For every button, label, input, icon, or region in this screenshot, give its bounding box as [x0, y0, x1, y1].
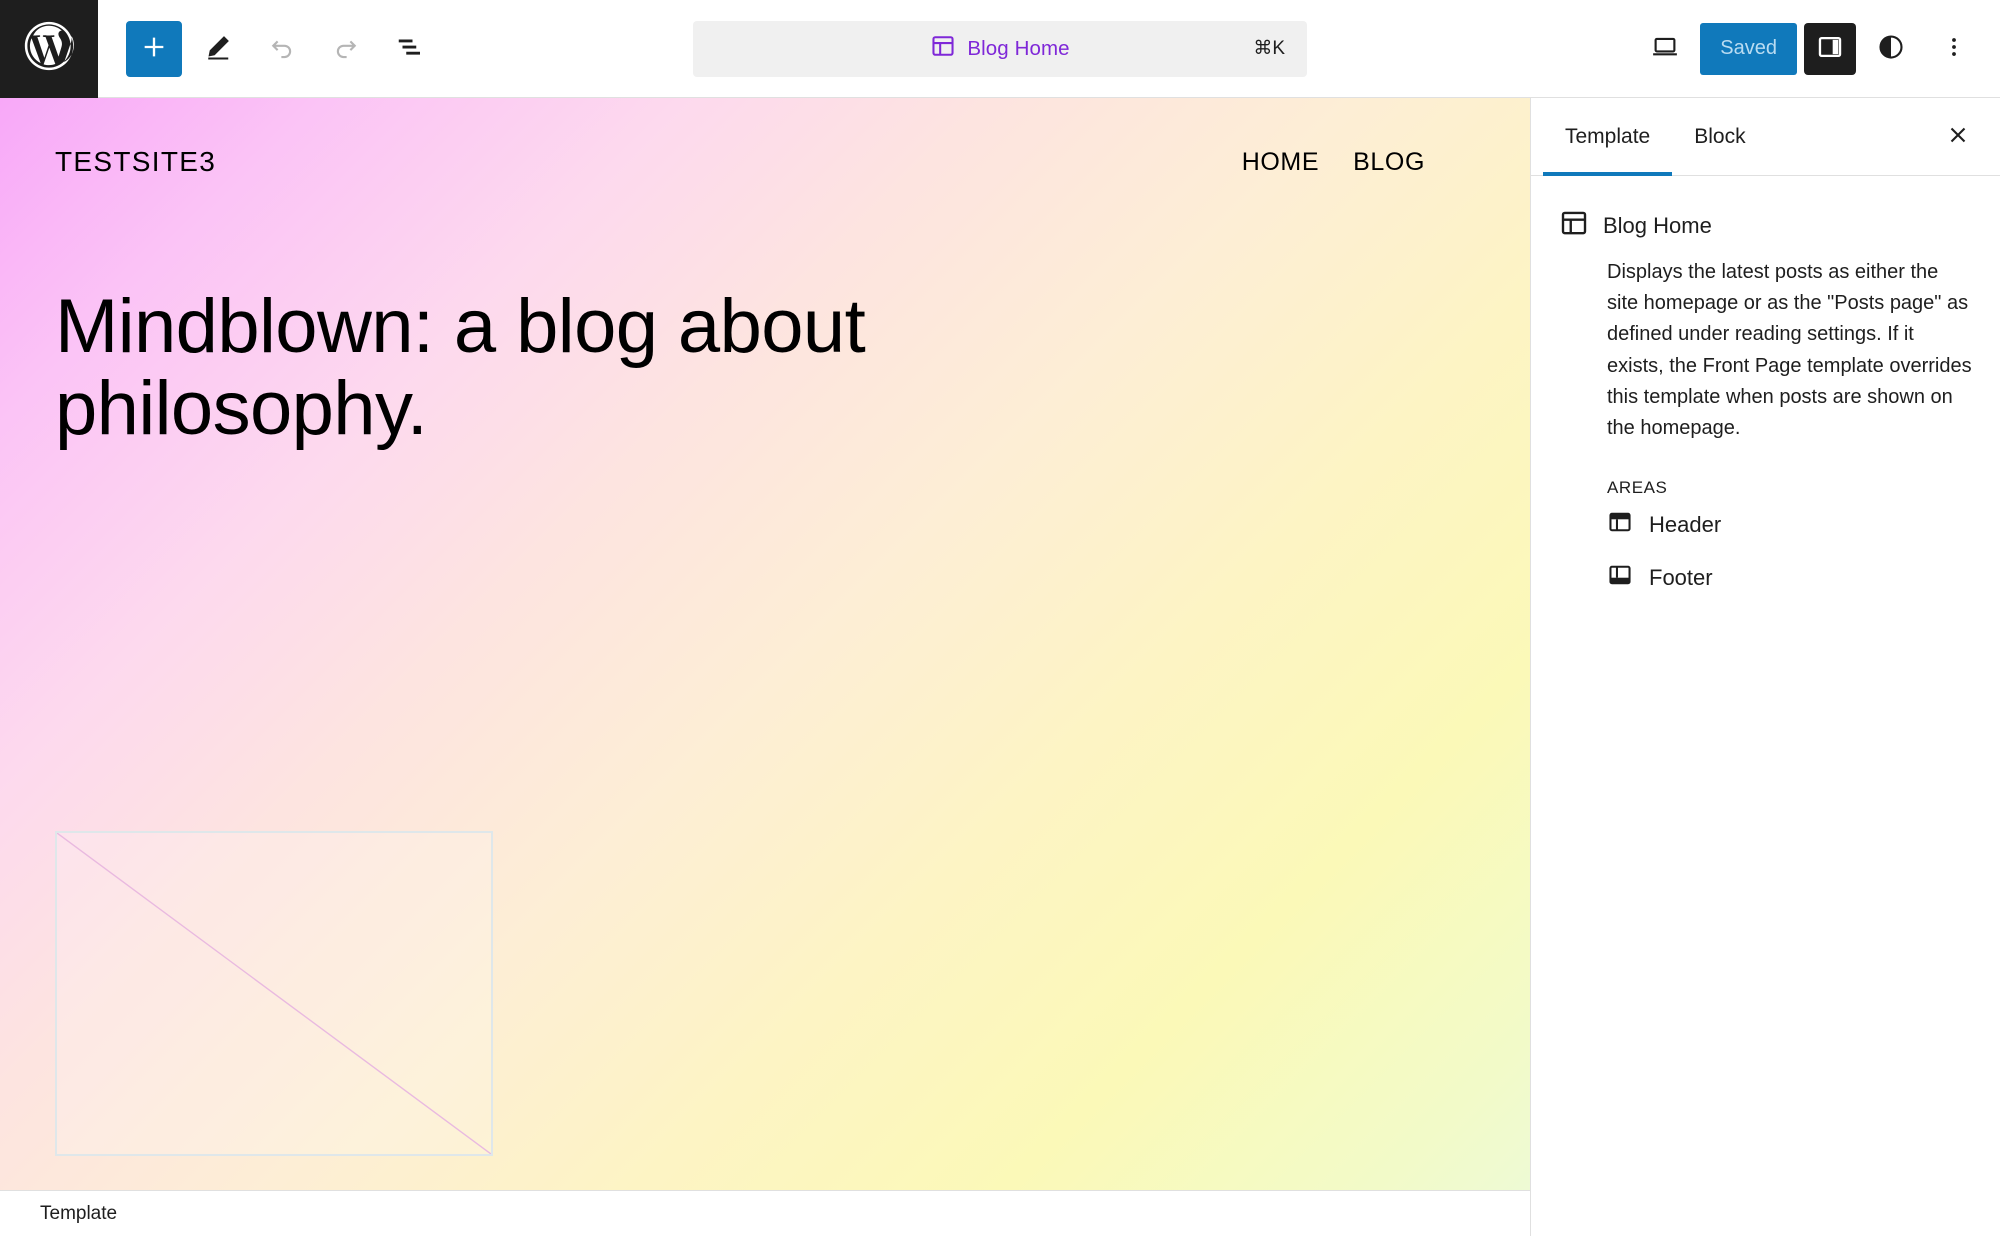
editor-toolbar: Blog Home ⌘K Saved — [0, 0, 2000, 98]
area-label-header: Header — [1649, 511, 1722, 537]
wordpress-logo-button[interactable] — [0, 0, 98, 98]
three-dots-vertical-icon — [1941, 34, 1967, 63]
device-preview-button[interactable] — [1637, 21, 1693, 77]
site-navigation: HOME BLOG — [1242, 148, 1475, 177]
template-description: Displays the latest posts as either the … — [1607, 261, 1972, 439]
editor-status-bar: Template — [0, 1190, 1530, 1236]
settings-sidebar-toggle[interactable] — [1804, 22, 1856, 75]
canvas-column: TESTSITE3 HOME BLOG Mindblown: a blog ab… — [0, 98, 1530, 1236]
redo-button[interactable] — [318, 21, 374, 77]
command-bar-wrapper: Blog Home ⌘K — [693, 20, 1307, 77]
sidebar-tabs: Template Block — [1531, 98, 2000, 176]
toolbar-right-group: Saved — [1637, 21, 1982, 77]
area-label-footer: Footer — [1649, 564, 1713, 590]
add-block-button[interactable] — [126, 20, 182, 77]
command-bar-inner: Blog Home — [930, 33, 1070, 64]
area-item-footer[interactable]: Footer — [1559, 551, 1972, 604]
plus-icon — [140, 33, 168, 64]
placeholder-diagonal-line — [57, 833, 491, 1154]
pencil-edit-icon — [203, 32, 233, 65]
area-item-header[interactable]: Header — [1559, 498, 1972, 551]
editor-body: TESTSITE3 HOME BLOG Mindblown: a blog ab… — [0, 98, 2000, 1236]
list-view-icon — [395, 32, 425, 65]
desktop-preview-icon — [1650, 32, 1680, 65]
tools-edit-button[interactable] — [190, 21, 246, 77]
undo-arrow-icon — [267, 32, 297, 65]
redo-arrow-icon — [331, 32, 361, 65]
command-bar-shortcut: ⌘K — [1253, 38, 1285, 59]
tab-template[interactable]: Template — [1543, 98, 1673, 176]
tab-block[interactable]: Block — [1672, 98, 1767, 175]
areas-section-label: AREAS — [1607, 478, 1668, 498]
broken-image-placeholder[interactable] — [55, 831, 493, 1156]
settings-sidebar: Template Block Blog Home Displays the la… — [1530, 98, 2000, 1236]
close-x-icon — [1946, 123, 1970, 150]
page-heading[interactable]: Mindblown: a blog about philosophy. — [0, 178, 1150, 450]
command-bar[interactable]: Blog Home ⌘K — [693, 20, 1307, 77]
command-bar-label: Blog Home — [967, 36, 1070, 60]
save-button[interactable]: Saved — [1700, 22, 1797, 75]
editor-canvas[interactable]: TESTSITE3 HOME BLOG Mindblown: a blog ab… — [0, 98, 1530, 1190]
footer-area-icon — [1607, 562, 1633, 593]
template-name: Blog Home — [1603, 212, 1712, 238]
undo-button[interactable] — [254, 21, 310, 77]
half-circle-styles-icon — [1876, 32, 1906, 65]
nav-item-home[interactable]: HOME — [1242, 148, 1319, 177]
template-layout-icon — [930, 33, 956, 64]
list-view-button[interactable] — [382, 21, 438, 77]
breadcrumb[interactable]: Template — [40, 1203, 117, 1225]
site-title: TESTSITE3 — [55, 146, 217, 177]
settings-sidebar-icon — [1816, 33, 1844, 64]
wordpress-logo-icon — [20, 17, 78, 80]
template-header-row: Blog Home — [1559, 208, 1972, 243]
close-sidebar-button[interactable] — [1932, 111, 1984, 163]
styles-button[interactable] — [1863, 21, 1919, 77]
toolbar-left-group — [98, 20, 438, 77]
template-layout-icon — [1559, 208, 1589, 243]
header-area-icon — [1607, 509, 1633, 540]
options-menu-button[interactable] — [1926, 21, 1982, 77]
sidebar-body: Blog Home Displays the latest posts as e… — [1531, 176, 2000, 604]
site-header-area[interactable]: TESTSITE3 HOME BLOG — [0, 98, 1530, 178]
wordpress-site-editor: Blog Home ⌘K Saved TESTSITE3 HOME BLOG M… — [0, 0, 2000, 1236]
nav-item-blog[interactable]: BLOG — [1353, 148, 1425, 177]
